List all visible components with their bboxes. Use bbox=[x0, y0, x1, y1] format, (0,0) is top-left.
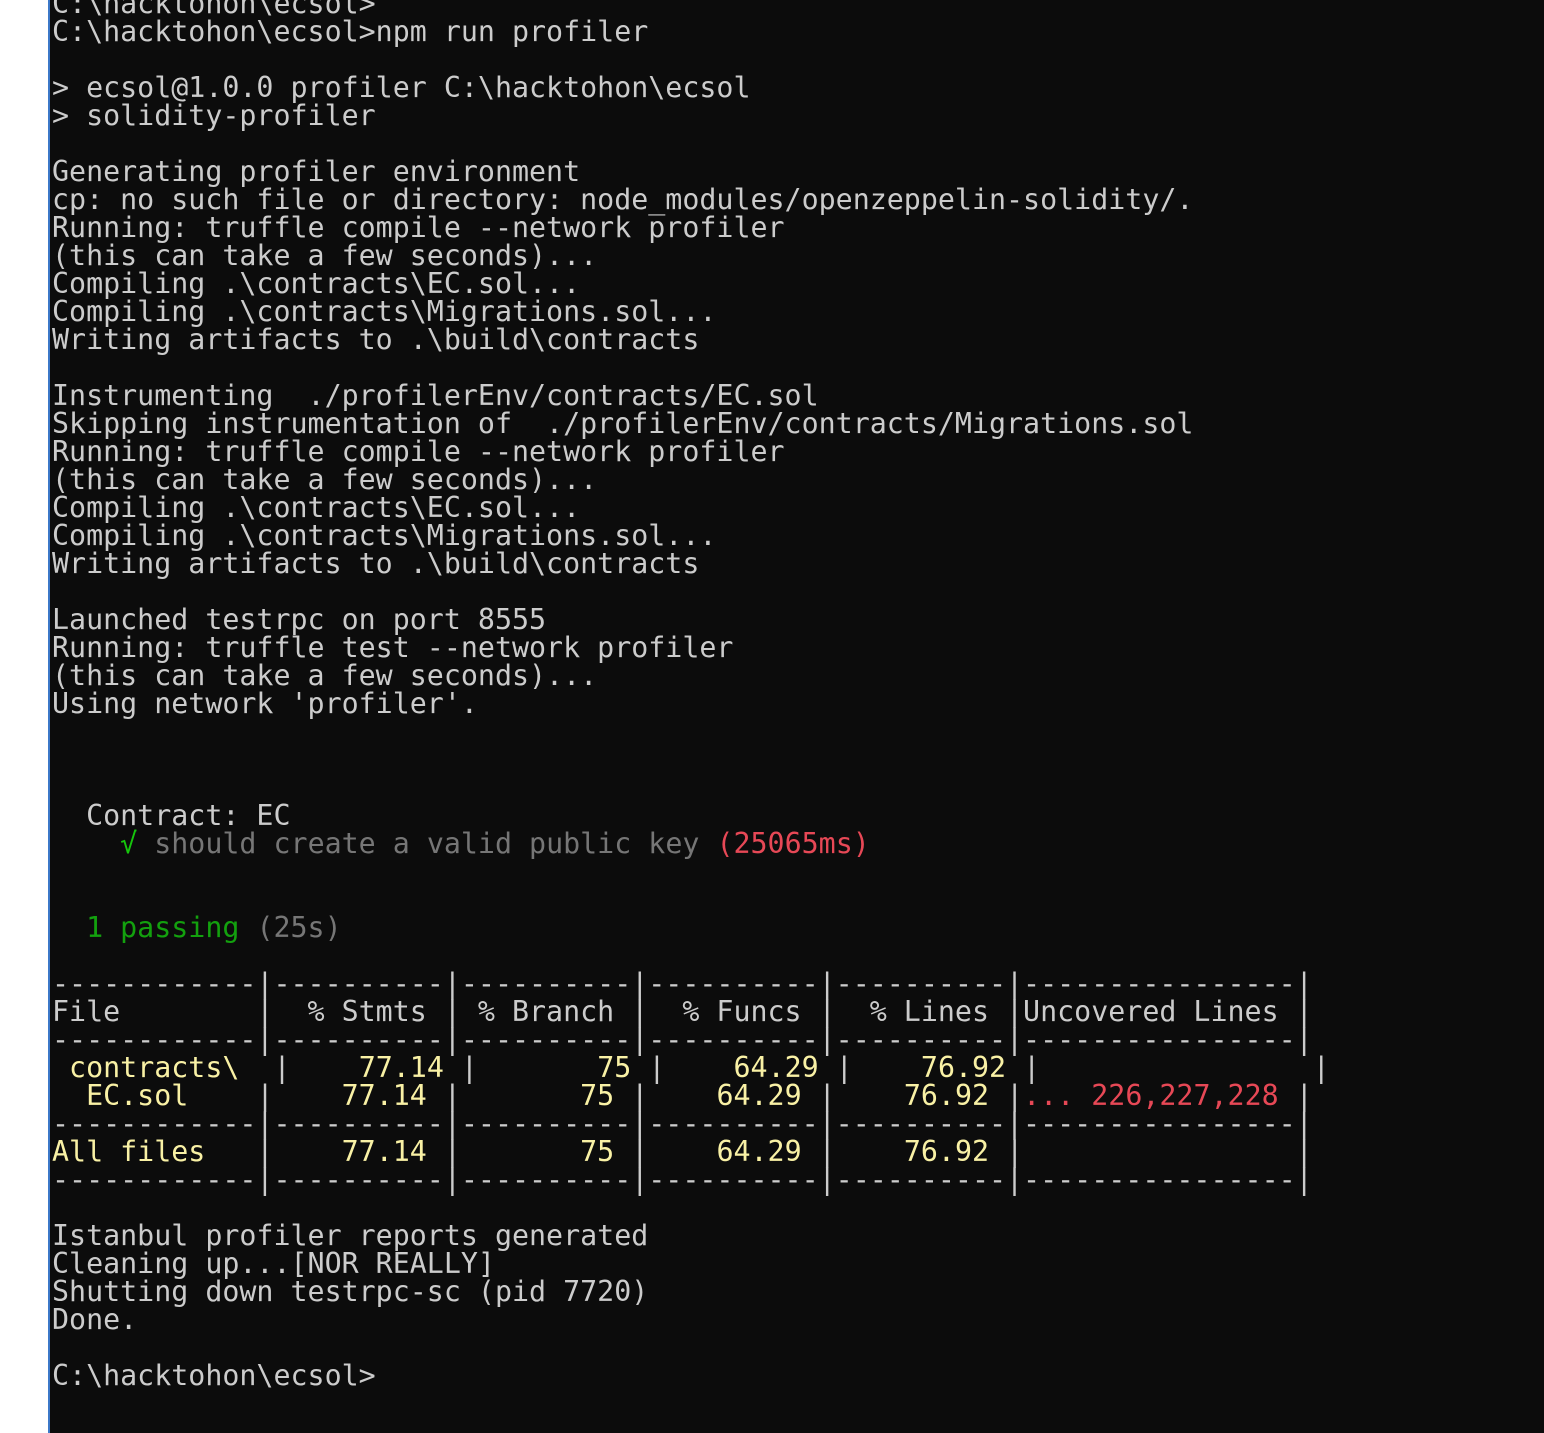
console-line: > ecsol@1.0.0 profiler C:\hacktohon\ecso… bbox=[52, 73, 1330, 102]
console-line: Writing artifacts to .\build\contracts bbox=[52, 323, 1330, 356]
console-line: Skipping instrumentation of ./profilerEn… bbox=[52, 409, 1330, 438]
console-segment: C:\hacktohon\ecsol>npm run profiler bbox=[52, 15, 649, 48]
console-line: Shutting down testrpc-sc (pid 7720) bbox=[52, 1275, 1330, 1308]
console-line: (this can take a few seconds)... bbox=[52, 241, 1330, 270]
console-segment: (25065ms) bbox=[699, 827, 870, 860]
console-line: Instrumenting ./profilerEnv/contracts/EC… bbox=[52, 381, 1330, 410]
console-line: Running: truffle test --network profiler bbox=[52, 633, 1330, 662]
console-line: Using network 'profiler'. bbox=[52, 687, 1330, 720]
console-output-area[interactable]: C:\hacktohon\ecsol> C:\hacktohon\ecsol>np… bbox=[50, 0, 1544, 1433]
console-line: Compiling .\contracts\Migrations.sol... bbox=[52, 297, 1330, 326]
console-line: Done. bbox=[52, 1305, 1330, 1334]
window-gutter bbox=[0, 0, 48, 1433]
console-line: Writing artifacts to .\build\contracts bbox=[52, 547, 1330, 580]
console-segment: > solidity-profiler bbox=[52, 99, 376, 132]
console-line: 1 passing (25s) bbox=[52, 911, 1330, 944]
console-line: C:\hacktohon\ecsol> bbox=[52, 1359, 1330, 1392]
console-line: √ should create a valid public key (2506… bbox=[52, 827, 1330, 860]
console-line: (this can take a few seconds)... bbox=[52, 465, 1330, 494]
check-icon: √ bbox=[120, 827, 138, 860]
console-segment: Writing artifacts to .\build\contracts bbox=[52, 547, 700, 580]
console-line: Running: truffle compile --network profi… bbox=[52, 437, 1330, 466]
console-segment: Shutting down testrpc-sc (pid 7720) bbox=[52, 1275, 649, 1308]
console-line: Cleaning up...[NOR REALLY] bbox=[52, 1249, 1330, 1278]
console-line: Launched testrpc on port 8555 bbox=[52, 605, 1330, 634]
console-line: Generating profiler environment bbox=[52, 157, 1330, 186]
console-line: ------------|----------|----------|-----… bbox=[52, 1163, 1330, 1196]
console-line: ------------|----------|----------|-----… bbox=[52, 1025, 1330, 1054]
console-segment: (25s) bbox=[239, 911, 342, 944]
console-line: cp: no such file or directory: node_modu… bbox=[52, 185, 1330, 214]
terminal-window: C:\hacktohon\ecsol> C:\hacktohon\ecsol>np… bbox=[0, 0, 1544, 1433]
console-line: Compiling .\contracts\EC.sol... bbox=[52, 269, 1330, 298]
console-segment: Using network 'profiler'. bbox=[52, 687, 478, 720]
console-line: > solidity-profiler bbox=[52, 99, 1330, 132]
console-line: (this can take a few seconds)... bbox=[52, 661, 1330, 690]
console-segment: C:\hacktohon\ecsol> bbox=[52, 1359, 376, 1392]
console-segment: 1 passing bbox=[86, 911, 240, 944]
console-line: C:\hacktohon\ecsol>npm run profiler bbox=[52, 15, 1330, 48]
console-line: All files | 77.14 | 75 | 64.29 | 76.92 |… bbox=[52, 1137, 1330, 1166]
console-line: ------------|----------|----------|-----… bbox=[52, 969, 1330, 998]
console-line: File | % Stmts | % Branch | % Funcs | % … bbox=[52, 997, 1330, 1026]
console-line: Running: truffle compile --network profi… bbox=[52, 213, 1330, 242]
console-line: Compiling .\contracts\Migrations.sol... bbox=[52, 521, 1330, 550]
console-segment: ------------|----------|----------|-----… bbox=[52, 1163, 1313, 1196]
console-segment: should create a valid public key bbox=[137, 827, 700, 860]
console-line: Contract: EC bbox=[52, 801, 1330, 830]
console-segment: Writing artifacts to .\build\contracts bbox=[52, 323, 700, 356]
console-line: Compiling .\contracts\EC.sol... bbox=[52, 493, 1330, 522]
console-line: EC.sol | 77.14 | 75 | 64.29 | 76.92 |...… bbox=[52, 1081, 1330, 1110]
console-text: C:\hacktohon\ecsol> C:\hacktohon\ecsol>np… bbox=[52, 0, 1330, 1390]
console-line: Istanbul profiler reports generated bbox=[52, 1221, 1330, 1250]
console-line: ------------|----------|----------|-----… bbox=[52, 1109, 1330, 1138]
console-line: contracts\ | 77.14 | 75 | 64.29 | 76.92 … bbox=[52, 1053, 1330, 1082]
